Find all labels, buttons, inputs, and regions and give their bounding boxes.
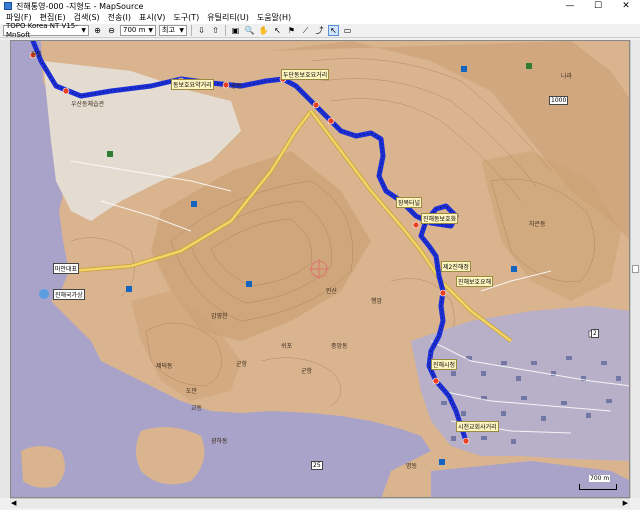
- road-number: 1000: [549, 96, 569, 105]
- route-label: 진해시청: [431, 359, 458, 370]
- menu-tools[interactable]: 도구(T): [169, 12, 203, 24]
- waypoint-label[interactable]: 마안대표: [53, 263, 80, 274]
- route-label: 진해동보호화: [421, 213, 459, 224]
- place-label: 중앙동: [331, 343, 348, 350]
- menu-utilities[interactable]: 유틸리티(U): [203, 12, 253, 24]
- place-label: 원포: [31, 51, 43, 58]
- route-label: 제2진해정: [441, 261, 471, 272]
- scroll-right-icon[interactable]: ▶: [623, 499, 628, 507]
- route-label: 시천교회사거리: [456, 421, 499, 432]
- horizontal-scrollbar[interactable]: ◀ ▶: [10, 498, 630, 508]
- waypoint-pin-icon[interactable]: [39, 289, 49, 299]
- route-label: 동보호요약거리: [171, 79, 214, 90]
- menu-bar: 파일(F) 편집(E) 검색(S) 전송(I) 표시(V) 도구(T) 유틸리티…: [0, 12, 640, 24]
- place-label: 자은동: [529, 221, 546, 228]
- detail-select[interactable]: 최고 ▼: [159, 25, 187, 36]
- place-label: 제덕동: [156, 363, 173, 370]
- window-controls: — ☐ ✕: [556, 0, 640, 12]
- place-label: 쉬포: [281, 343, 293, 350]
- pan-hand-icon[interactable]: ✋: [258, 25, 269, 36]
- close-button[interactable]: ✕: [612, 0, 640, 12]
- waypoint-flag-icon[interactable]: ⚑: [286, 25, 297, 36]
- map-scale-label: 700 m: [589, 475, 611, 482]
- send-to-device-icon[interactable]: ⇧: [210, 25, 221, 36]
- place-label: 군항: [236, 361, 248, 368]
- place-label: 우산동체습관: [71, 101, 105, 108]
- place-label: 웅동: [231, 83, 243, 90]
- menu-help[interactable]: 도움말(H): [253, 12, 295, 24]
- map-tool-icon[interactable]: ▣: [230, 25, 241, 36]
- zoom-scale-value: 700 m: [123, 26, 146, 34]
- route-tool-icon[interactable]: ⟋: [300, 25, 311, 36]
- chevron-down-icon: ▼: [148, 27, 153, 34]
- map-view[interactable]: 원포 우산동체습관 웅동 감영천 인산 군항 군항 쉬포 교동 도만 광하동 중…: [10, 40, 630, 498]
- detail-value: 최고: [162, 26, 175, 34]
- maximize-button[interactable]: ☐: [584, 0, 612, 12]
- place-label: 행암: [371, 298, 383, 305]
- left-gutter: [0, 40, 10, 498]
- vertical-scrollbar[interactable]: [630, 40, 640, 498]
- toolbar: TOPO Korea NT V15-MnSoft ▼ ⊕ ⊖ 700 m ▼ 최…: [0, 22, 640, 39]
- place-label: 명동: [406, 463, 418, 470]
- place-label: 감영천: [211, 313, 228, 320]
- chevron-down-icon: ▼: [81, 27, 86, 34]
- app-icon: [4, 2, 12, 10]
- place-label: 나라: [561, 73, 573, 80]
- toolbar-separator: [191, 25, 192, 36]
- route-label: 진해보호요해: [456, 276, 494, 287]
- title-bar: 진해통영-000 -지형도 - MapSource — ☐ ✕: [0, 0, 640, 12]
- zoom-scale-select[interactable]: 700 m ▼: [120, 25, 156, 36]
- menu-view[interactable]: 표시(V): [135, 12, 169, 24]
- minimize-button[interactable]: —: [556, 0, 584, 12]
- road-number: 2: [591, 329, 599, 338]
- route-label: 장복터널: [396, 197, 423, 208]
- map-product-value: TOPO Korea NT V15-MnSoft: [6, 21, 78, 39]
- waypoint-label[interactable]: 진해국가상: [53, 289, 85, 300]
- receive-from-device-icon[interactable]: ⇩: [196, 25, 207, 36]
- measure-ruler-icon[interactable]: ▭: [342, 25, 353, 36]
- place-label: 인산: [326, 288, 338, 295]
- menu-transfer[interactable]: 전송(I): [104, 12, 135, 24]
- zoom-tool-icon[interactable]: 🔍: [244, 25, 255, 36]
- selection-tool-icon[interactable]: ↖: [272, 25, 283, 36]
- map-scale-bar: [579, 484, 617, 490]
- map-canvas[interactable]: [11, 41, 630, 498]
- zoom-out-icon[interactable]: ⊖: [106, 25, 117, 36]
- vertical-scroll-thumb[interactable]: [632, 265, 639, 273]
- chevron-down-icon: ▼: [179, 27, 184, 34]
- window-title: 진해통영-000 -지형도 - MapSource: [16, 1, 144, 11]
- track-tool-icon[interactable]: ⤴: [314, 25, 325, 36]
- place-label: 광하동: [211, 438, 228, 445]
- scroll-left-icon[interactable]: ◀: [11, 499, 16, 507]
- place-label: 도만: [186, 388, 198, 395]
- place-label: 교동: [191, 405, 203, 412]
- zoom-in-icon[interactable]: ⊕: [92, 25, 103, 36]
- island-south-west: [21, 446, 65, 488]
- place-label: 군항: [301, 368, 313, 375]
- road-number: 25: [311, 461, 323, 470]
- toolbar-separator: [225, 25, 226, 36]
- route-label: 두단동보호요거리: [281, 69, 330, 80]
- pointer-icon[interactable]: ↖: [328, 25, 339, 36]
- map-product-select[interactable]: TOPO Korea NT V15-MnSoft ▼: [3, 22, 89, 39]
